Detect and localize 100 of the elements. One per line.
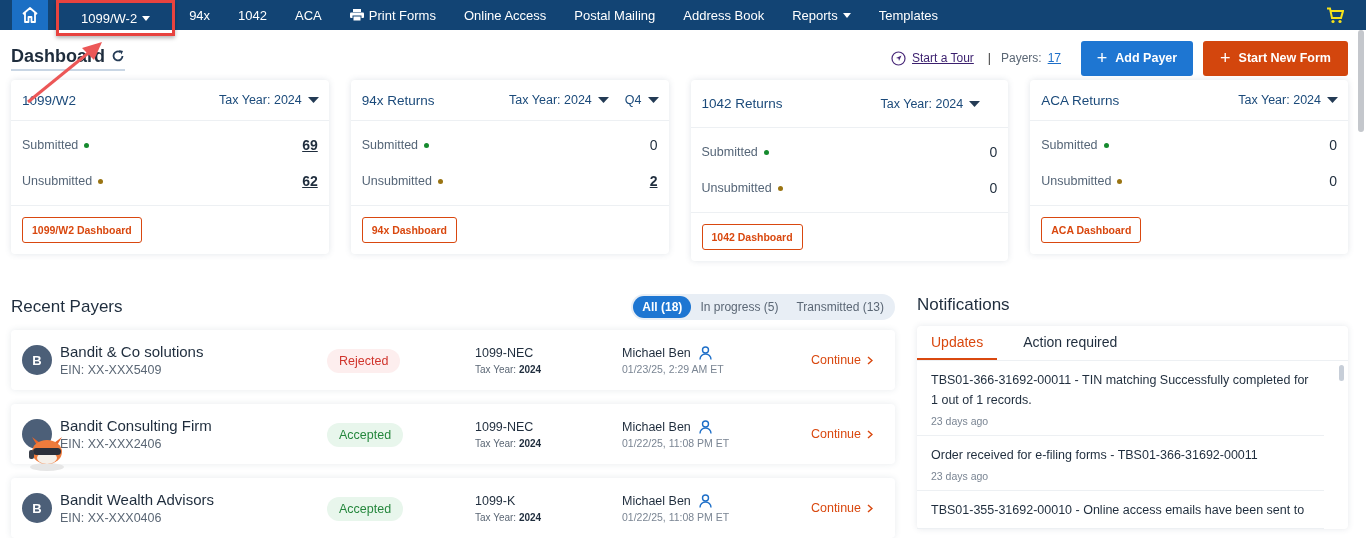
ein-text: EIN: XX-XXX2406 (60, 437, 163, 451)
card-title: ACA Returns (1041, 92, 1120, 108)
payer-name[interactable]: Bandit & Co solutions (60, 343, 204, 360)
nav-menu-item[interactable]: 94x (175, 0, 225, 30)
status-badge: Accepted (327, 497, 404, 521)
user-name: Michael Ben (622, 345, 691, 360)
dashboard-button[interactable]: 1099/W2 Dashboard (22, 217, 142, 243)
nav-menu-item[interactable]: 1099/W-2 (56, 0, 176, 36)
tax-year-text: Tax Year: 2024 (475, 511, 543, 523)
dashboard-button[interactable]: 94x Dashboard (361, 217, 458, 243)
count-value: 0 (1329, 173, 1337, 189)
user-name: Michael Ben (622, 493, 691, 508)
chevron-right-icon (867, 503, 873, 513)
card-title: 1099/W2 (22, 92, 77, 108)
form-type: 1099-NEC (475, 345, 535, 360)
dropdown-select[interactable]: Tax Year: 2024 (219, 93, 319, 107)
count-value: 0 (1329, 137, 1337, 153)
printer-icon (349, 9, 364, 21)
ein-text: EIN: XX-XXX0406 (60, 511, 163, 525)
nav-menu-item[interactable]: Reports (778, 0, 865, 30)
dropdown-select[interactable]: Q4 (624, 93, 659, 107)
nav-menu-item[interactable]: Postal Mailing (560, 0, 670, 30)
nav-menu-item[interactable]: Online Access (449, 0, 561, 30)
form-type: 1099-K (475, 493, 517, 508)
chevron-right-icon (867, 429, 873, 439)
filter-tab[interactable]: In progress (5) (691, 296, 788, 318)
home-icon[interactable] (12, 0, 48, 30)
chevron-right-icon (867, 355, 873, 365)
filter-tab[interactable]: All (18) (633, 296, 692, 318)
dropdown-select[interactable]: Tax Year: 2024 (880, 96, 981, 111)
notification-tab[interactable]: Updates (917, 326, 998, 360)
dropdown-select[interactable]: Tax Year: 2024 (1238, 93, 1338, 107)
caret-icon (597, 97, 609, 103)
continue-link[interactable]: Continue (810, 353, 873, 367)
status-label: Submitted (361, 138, 419, 152)
caret-icon (142, 15, 151, 21)
payers-count-link[interactable]: 17 (1047, 51, 1061, 65)
payer-name[interactable]: Bandit Consulting Firm (60, 417, 212, 434)
count-value: 0 (649, 137, 658, 153)
tax-year-text: Tax Year: 2024 (475, 437, 543, 449)
status-label: Submitted (701, 145, 758, 159)
nav-menu-item[interactable]: Print Forms (335, 0, 450, 30)
avatar: B (22, 345, 52, 375)
count-link[interactable]: 69 (302, 137, 318, 153)
continue-link[interactable]: Continue (810, 501, 873, 515)
nav-menu-item[interactable]: Address Book (669, 0, 779, 30)
nav-menu-item[interactable]: Templates (864, 0, 952, 30)
scrollbar-thumb[interactable] (1358, 30, 1364, 132)
caret-icon (842, 12, 851, 18)
separator: | (987, 51, 991, 65)
status-badge: Accepted (327, 423, 404, 447)
filter-tab[interactable]: Transmitted (13) (787, 296, 893, 318)
date-text: 01/23/25, 2:29 AM ET (622, 362, 725, 375)
notification-time: 23 days ago (931, 415, 990, 427)
notification-text: TBS01-355-31692-00010 - Online access emails have been sent to (931, 502, 1306, 519)
payers-label: Payers: (1000, 51, 1042, 65)
cart-icon[interactable] (1326, 6, 1344, 24)
person-icon (698, 419, 712, 434)
continue-link[interactable]: Continue (810, 427, 873, 441)
caret-icon (647, 97, 659, 103)
notification-text: Order received for e-filing forms - TBS01-366-31692-00011 (931, 447, 1259, 464)
form-type: 1099-NEC (475, 419, 535, 434)
caret-icon (307, 97, 319, 103)
add-payer-button[interactable]: + Add Payer (1081, 40, 1193, 76)
dropdown-select[interactable]: Tax Year: 2024 (509, 93, 609, 107)
scrollbar-thumb[interactable] (1339, 365, 1344, 381)
payer-name[interactable]: Bandit Wealth Advisors (60, 491, 214, 508)
status-badge: Rejected (327, 349, 401, 373)
avatar: B (22, 493, 52, 523)
refresh-icon[interactable] (111, 49, 126, 63)
section-title: Recent Payers (11, 297, 123, 317)
count-value: 0 (989, 144, 998, 160)
dashboard-button[interactable]: ACA Dashboard (1041, 217, 1142, 243)
notification-time: 23 days ago (931, 470, 990, 482)
start-new-form-button[interactable]: + Start New Form (1203, 40, 1348, 76)
date-text: 01/22/25, 11:08 PM ET (622, 436, 731, 449)
start-tour-link[interactable]: Start a Tour (912, 51, 974, 65)
person-icon (698, 345, 712, 360)
user-name: Michael Ben (622, 419, 691, 434)
tax-year-text: Tax Year: 2024 (475, 363, 543, 375)
caret-icon (1327, 97, 1338, 103)
status-label: Unsubmitted (701, 181, 772, 195)
status-label: Unsubmitted (1041, 174, 1112, 188)
count-value: 0 (989, 180, 998, 196)
section-title: Notifications (917, 294, 1011, 316)
nav-menu-item[interactable]: ACA (281, 0, 336, 30)
dashboard-button[interactable]: 1042 Dashboard (701, 224, 803, 250)
navigation-icon (891, 50, 906, 66)
nav-menu-item[interactable]: 1042 (224, 0, 282, 30)
status-label: Submitted (1041, 138, 1098, 152)
notification-tab[interactable]: Action required (1009, 326, 1132, 360)
person-icon (698, 493, 712, 508)
count-link[interactable]: 62 (302, 173, 318, 189)
card-title: 1042 Returns (701, 96, 783, 111)
notification-text: TBS01-366-31692-00011 - TIN matching Successfully completed for 1 out of 1 records. (931, 372, 1310, 409)
status-label: Unsubmitted (22, 174, 93, 188)
ein-text: EIN: XX-XXX5409 (60, 363, 163, 377)
caret-icon (969, 100, 981, 107)
count-link[interactable]: 2 (649, 173, 658, 189)
card-title: 94x Returns (361, 92, 435, 108)
